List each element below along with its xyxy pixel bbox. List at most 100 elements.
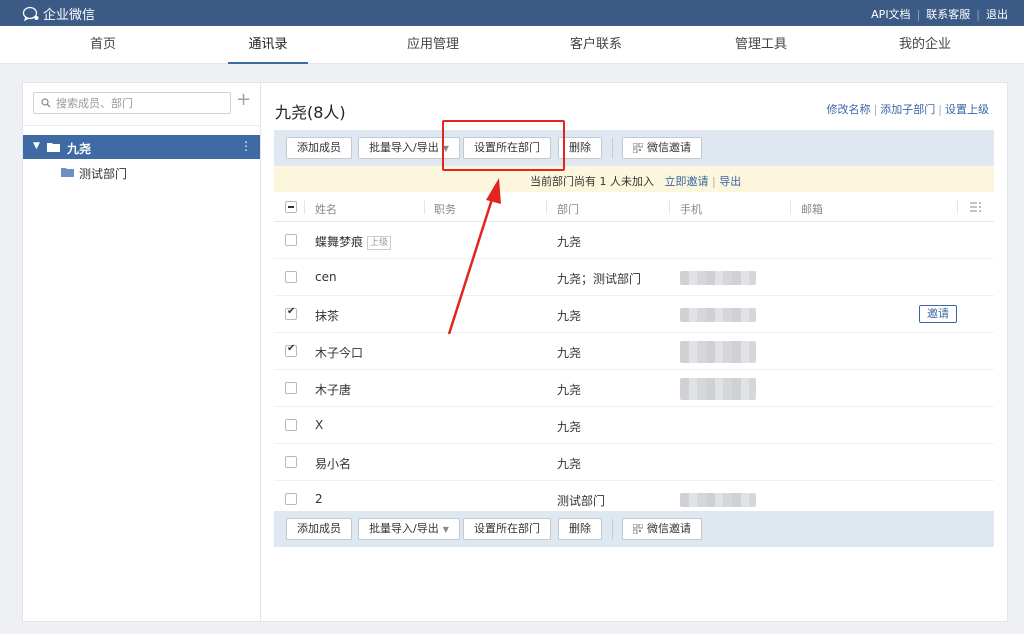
logout-link[interactable]: 退出 xyxy=(986,6,1008,22)
add-member-button[interactable]: 添加成员 xyxy=(286,518,352,540)
column-divider xyxy=(790,200,791,214)
app-logo[interactable]: 企业微信 xyxy=(22,4,95,23)
member-name[interactable]: 易小名 xyxy=(315,455,351,472)
batch-import-export-button[interactable]: 批量导入/导出 ▼ xyxy=(358,137,460,159)
delete-label: 删除 xyxy=(569,522,591,535)
column-settings-icon[interactable] xyxy=(970,202,982,212)
row-checkbox[interactable] xyxy=(285,234,297,246)
column-header-name[interactable]: 姓名 xyxy=(315,201,337,217)
batch-import-export-button[interactable]: 批量导入/导出 ▼ xyxy=(358,518,460,540)
member-name[interactable]: 2 xyxy=(315,492,323,506)
folder-icon xyxy=(61,168,74,177)
table-row[interactable]: 蝶舞梦痕 上级 九尧 xyxy=(274,222,994,259)
qr-code-icon xyxy=(632,523,644,535)
table-header: 姓名 职务 部门 手机 邮箱 xyxy=(274,192,994,222)
column-divider xyxy=(957,200,958,214)
member-department: 九尧；测试部门 xyxy=(557,272,642,286)
table-row[interactable]: X 九尧 xyxy=(274,407,994,444)
row-checkbox[interactable] xyxy=(285,493,297,505)
delete-button[interactable]: 删除 xyxy=(558,137,602,159)
batch-label: 批量导入/导出 xyxy=(369,522,439,535)
wechat-invite-button[interactable]: 微信邀请 xyxy=(622,137,702,159)
member-department: 九尧 xyxy=(557,235,582,249)
search-input[interactable] xyxy=(56,95,226,111)
column-header-email[interactable]: 邮箱 xyxy=(801,201,823,217)
table-row[interactable]: 木子今口 九尧 xyxy=(274,333,994,370)
member-department: 九尧 xyxy=(557,457,582,471)
folder-icon xyxy=(47,143,60,152)
delete-button[interactable]: 删除 xyxy=(558,518,602,540)
table-row[interactable]: 抹茶 九尧 邀请 xyxy=(274,296,994,333)
tree-child-label: 测试部门 xyxy=(79,167,128,181)
phone-redacted xyxy=(680,308,756,322)
table-row[interactable]: 易小名 九尧 xyxy=(274,444,994,481)
add-member-label: 添加成员 xyxy=(297,522,341,535)
toolbar-divider xyxy=(612,138,613,158)
qr-code-icon xyxy=(632,142,644,154)
column-header-department[interactable]: 部门 xyxy=(557,201,579,217)
column-divider xyxy=(304,200,305,214)
member-name[interactable]: 木子唐 xyxy=(315,381,351,398)
set-department-button[interactable]: 设置所在部门 xyxy=(463,518,551,540)
wechat-invite-button[interactable]: 微信邀请 xyxy=(622,518,702,540)
notice-text-wrap: 当前部门尚有 1 人未加入 立即邀请 | 导出 xyxy=(530,173,741,189)
member-name[interactable]: X xyxy=(315,418,323,432)
tree-item-root[interactable]: ▼ 九尧 ⋮ xyxy=(23,135,261,159)
tab-app-management[interactable]: 应用管理 xyxy=(388,26,478,64)
member-name[interactable]: 抹茶 xyxy=(315,307,339,324)
invite-now-link[interactable]: 立即邀请 xyxy=(665,175,709,188)
tab-contacts[interactable]: 通讯录 xyxy=(223,26,313,64)
table-row[interactable]: cen 九尧；测试部门 xyxy=(274,259,994,296)
pending-notice: 当前部门尚有 1 人未加入 立即邀请 | 导出 xyxy=(274,166,994,192)
chevron-down-icon: ▼ xyxy=(442,525,449,534)
link-divider: | xyxy=(916,7,921,21)
rename-link[interactable]: 修改名称 xyxy=(827,103,871,116)
wechat-invite-label: 微信邀请 xyxy=(647,141,691,154)
select-all-checkbox[interactable] xyxy=(285,201,297,213)
row-checkbox[interactable] xyxy=(285,419,297,431)
tree-item-child[interactable]: 测试部门 xyxy=(23,161,261,183)
app-title: 企业微信 xyxy=(43,8,96,23)
add-subdept-link[interactable]: 添加子部门 xyxy=(880,103,935,116)
invite-button[interactable]: 邀请 xyxy=(919,305,957,323)
wecom-logo-icon xyxy=(22,6,39,21)
expand-arrow-icon[interactable]: ▼ xyxy=(33,141,40,151)
department-sidebar: + ▼ 九尧 ⋮ 测试部门 xyxy=(22,82,261,622)
row-checkbox[interactable] xyxy=(285,306,297,320)
search-icon xyxy=(41,98,51,108)
link-divider: | xyxy=(976,7,980,21)
set-parent-link[interactable]: 设置上级 xyxy=(945,103,989,116)
row-checkbox[interactable] xyxy=(285,271,297,283)
row-checkbox[interactable] xyxy=(285,382,297,394)
set-department-button[interactable]: 设置所在部门 xyxy=(463,137,551,159)
add-icon[interactable]: + xyxy=(236,90,251,110)
column-header-title[interactable]: 职务 xyxy=(434,201,456,217)
wechat-invite-label: 微信邀请 xyxy=(647,522,691,535)
contact-support-link[interactable]: 联系客服 xyxy=(926,6,970,22)
search-box[interactable] xyxy=(33,92,231,114)
member-name[interactable]: cen xyxy=(315,270,337,284)
row-checkbox[interactable] xyxy=(285,456,297,468)
tab-management-tools[interactable]: 管理工具 xyxy=(716,26,806,64)
api-docs-link[interactable]: API文档 xyxy=(871,6,910,22)
divider xyxy=(23,125,261,126)
table-row[interactable]: 木子唐 九尧 xyxy=(274,370,994,407)
set-department-label: 设置所在部门 xyxy=(474,522,540,535)
tab-customer-contact[interactable]: 客户联系 xyxy=(551,26,641,64)
top-bar: 企业微信 API文档 | 联系客服 | 退出 xyxy=(0,0,1024,26)
link-divider: | xyxy=(873,103,878,116)
member-department: 九尧 xyxy=(557,420,582,434)
row-checkbox[interactable] xyxy=(285,343,297,357)
column-divider xyxy=(669,200,670,214)
member-name[interactable]: 蝶舞梦痕 xyxy=(315,235,363,249)
add-member-button[interactable]: 添加成员 xyxy=(286,137,352,159)
superior-tag: 上级 xyxy=(367,236,392,250)
more-options-icon[interactable]: ⋮ xyxy=(240,139,252,153)
export-link[interactable]: 导出 xyxy=(719,175,741,188)
toolbar-top: 添加成员 批量导入/导出 ▼ 设置所在部门 删除 微信邀请 xyxy=(274,130,994,166)
member-name[interactable]: 木子今口 xyxy=(315,344,363,361)
tab-my-enterprise[interactable]: 我的企业 xyxy=(880,26,970,64)
column-header-phone[interactable]: 手机 xyxy=(680,201,702,217)
member-department: 九尧 xyxy=(557,383,582,397)
tab-home[interactable]: 首页 xyxy=(58,26,148,64)
